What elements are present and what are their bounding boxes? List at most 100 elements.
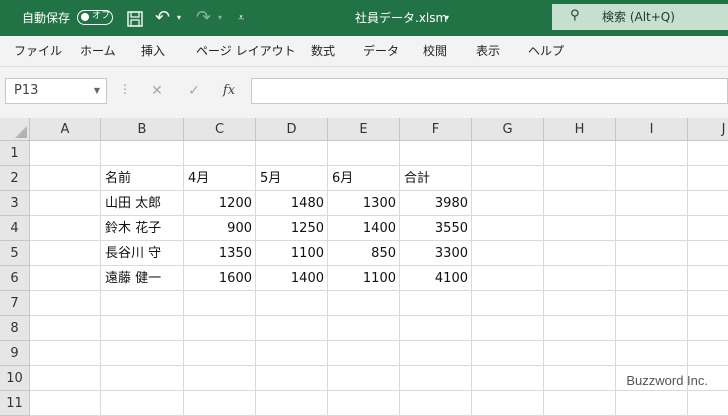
cell-B4[interactable]: 鈴木 花子 [101, 216, 184, 241]
cell-A10[interactable] [30, 366, 101, 391]
column-header-C[interactable]: C [184, 118, 256, 141]
column-header-E[interactable]: E [328, 118, 400, 141]
cell-F10[interactable] [400, 366, 472, 391]
cell-A11[interactable] [30, 391, 101, 416]
cell-A6[interactable] [30, 266, 101, 291]
cancel-icon[interactable]: ✕ [147, 80, 167, 102]
menu-home[interactable]: ホーム [80, 36, 116, 66]
cell-C5[interactable]: 1350 [184, 241, 256, 266]
cell-B7[interactable] [101, 291, 184, 316]
select-all-button[interactable] [0, 118, 30, 141]
cell-G4[interactable] [472, 216, 544, 241]
menu-page-layout[interactable]: ページ レイアウト [196, 36, 296, 66]
row-header-11[interactable]: 11 [0, 391, 30, 416]
cell-H10[interactable] [544, 366, 616, 391]
cell-C1[interactable] [184, 141, 256, 166]
row-header-3[interactable]: 3 [0, 191, 30, 216]
menu-file[interactable]: ファイル [14, 36, 62, 66]
cell-I4[interactable] [616, 216, 688, 241]
cell-F6[interactable]: 4100 [400, 266, 472, 291]
cell-B11[interactable] [101, 391, 184, 416]
cell-D10[interactable] [256, 366, 328, 391]
cell-F5[interactable]: 3300 [400, 241, 472, 266]
cell-A1[interactable] [30, 141, 101, 166]
cell-F3[interactable]: 3980 [400, 191, 472, 216]
cell-J4[interactable] [688, 216, 728, 241]
cell-F2[interactable]: 合計 [400, 166, 472, 191]
row-header-1[interactable]: 1 [0, 141, 30, 166]
cell-J3[interactable] [688, 191, 728, 216]
cell-F11[interactable] [400, 391, 472, 416]
row-header-2[interactable]: 2 [0, 166, 30, 191]
cell-J5[interactable] [688, 241, 728, 266]
cell-B5[interactable]: 長谷川 守 [101, 241, 184, 266]
cell-D11[interactable] [256, 391, 328, 416]
cell-A5[interactable] [30, 241, 101, 266]
cell-B10[interactable] [101, 366, 184, 391]
cell-B1[interactable] [101, 141, 184, 166]
file-name-dropdown-icon[interactable]: ▾ [445, 0, 449, 36]
cell-E5[interactable]: 850 [328, 241, 400, 266]
cell-B8[interactable] [101, 316, 184, 341]
cell-E10[interactable] [328, 366, 400, 391]
cell-H7[interactable] [544, 291, 616, 316]
cell-C9[interactable] [184, 341, 256, 366]
cell-I8[interactable] [616, 316, 688, 341]
cell-E9[interactable] [328, 341, 400, 366]
formula-input[interactable] [251, 78, 728, 104]
cell-D7[interactable] [256, 291, 328, 316]
cell-H9[interactable] [544, 341, 616, 366]
cell-E2[interactable]: 6月 [328, 166, 400, 191]
column-header-B[interactable]: B [101, 118, 184, 141]
cell-G5[interactable] [472, 241, 544, 266]
cell-I1[interactable] [616, 141, 688, 166]
cell-A9[interactable] [30, 341, 101, 366]
row-header-4[interactable]: 4 [0, 216, 30, 241]
undo-icon[interactable]: ↶ [155, 0, 170, 36]
menu-help[interactable]: ヘルプ [528, 36, 564, 66]
cell-J1[interactable] [688, 141, 728, 166]
cell-E3[interactable]: 1300 [328, 191, 400, 216]
row-header-7[interactable]: 7 [0, 291, 30, 316]
autosave-toggle[interactable]: オフ [77, 10, 113, 25]
cell-E6[interactable]: 1100 [328, 266, 400, 291]
cell-A8[interactable] [30, 316, 101, 341]
cell-J9[interactable] [688, 341, 728, 366]
more-options-icon[interactable]: ⋮ [119, 82, 131, 96]
menu-data[interactable]: データ [363, 36, 399, 66]
column-header-I[interactable]: I [616, 118, 688, 141]
cell-I5[interactable] [616, 241, 688, 266]
cell-D3[interactable]: 1480 [256, 191, 328, 216]
cell-C10[interactable] [184, 366, 256, 391]
cell-J7[interactable] [688, 291, 728, 316]
search-box[interactable]: ⚲ 検索 (Alt+Q) [552, 4, 728, 30]
cell-D5[interactable]: 1100 [256, 241, 328, 266]
cell-A7[interactable] [30, 291, 101, 316]
cell-J6[interactable] [688, 266, 728, 291]
cell-E7[interactable] [328, 291, 400, 316]
cell-G8[interactable] [472, 316, 544, 341]
cell-E4[interactable]: 1400 [328, 216, 400, 241]
cell-H4[interactable] [544, 216, 616, 241]
cell-I2[interactable] [616, 166, 688, 191]
cell-A2[interactable] [30, 166, 101, 191]
menu-formulas[interactable]: 数式 [311, 36, 335, 66]
cell-D8[interactable] [256, 316, 328, 341]
cell-G9[interactable] [472, 341, 544, 366]
cell-B6[interactable]: 遠藤 健一 [101, 266, 184, 291]
column-header-A[interactable]: A [30, 118, 101, 141]
menu-view[interactable]: 表示 [476, 36, 500, 66]
cell-E1[interactable] [328, 141, 400, 166]
save-icon[interactable] [126, 0, 144, 36]
name-box-dropdown-icon[interactable]: ▼ [94, 79, 100, 103]
column-header-D[interactable]: D [256, 118, 328, 141]
cell-F8[interactable] [400, 316, 472, 341]
cell-J2[interactable] [688, 166, 728, 191]
cell-C7[interactable] [184, 291, 256, 316]
cell-F7[interactable] [400, 291, 472, 316]
cell-F1[interactable] [400, 141, 472, 166]
cell-C8[interactable] [184, 316, 256, 341]
cell-I7[interactable] [616, 291, 688, 316]
cell-H5[interactable] [544, 241, 616, 266]
cell-D4[interactable]: 1250 [256, 216, 328, 241]
